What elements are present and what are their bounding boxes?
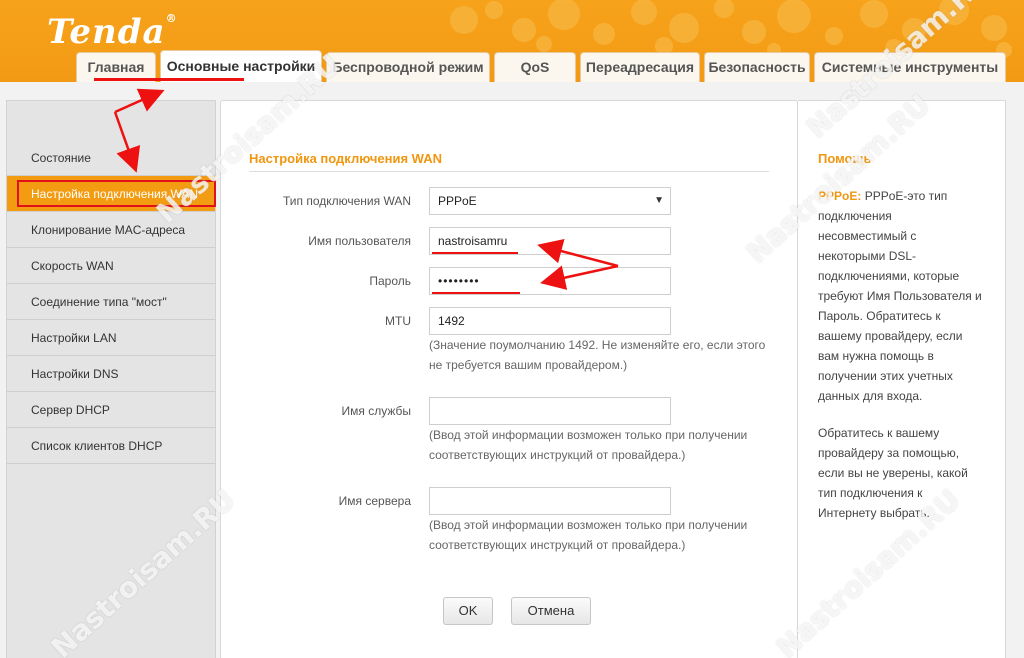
wan-type-value: PPPoE	[438, 194, 477, 208]
help-text-contact: Обратитесь к вашему провайдеру за помощью…	[818, 423, 988, 523]
wan-settings-panel: Настройка подключения WAN Тип подключени…	[220, 100, 798, 658]
service-name-note: (Ввод этой информации возможен только пр…	[429, 425, 779, 465]
password-label: Пароль	[369, 274, 411, 288]
note-line: (Ввод этой информации возможен только пр…	[429, 518, 748, 532]
mtu-label: MTU	[385, 314, 411, 328]
help-title: Помощь	[818, 151, 872, 166]
help-line: требуют Имя Пользователя и	[818, 289, 982, 303]
active-tab-annotation-underline	[94, 78, 244, 81]
note-line: (Ввод этой информации возможен только пр…	[429, 428, 748, 442]
wan-type-select[interactable]: PPPoE ▼	[429, 187, 671, 215]
sidebar-item-dns[interactable]: Настройки DNS	[7, 356, 215, 392]
help-line: вашему провайдеру, если	[818, 329, 963, 343]
sidebar-item-label: Настройки DNS	[31, 367, 119, 381]
sidebar-item-bridge[interactable]: Соединение типа "мост"	[7, 284, 215, 320]
help-line: подключения	[818, 209, 892, 223]
sidebar-item-label: Сервер DHCP	[31, 403, 110, 417]
username-label: Имя пользователя	[308, 234, 411, 248]
help-panel: Помощь PPPoE: PPPoE-это тип подключения не…	[798, 100, 1006, 658]
server-name-label: Имя сервера	[338, 494, 411, 508]
sidebar-item-label: Клонирование MAC-адреса	[31, 223, 186, 237]
help-line: Обратитесь к вашему	[818, 426, 940, 440]
sidebar-item-wan-settings[interactable]: Настройка подключения WAN	[7, 176, 216, 212]
mtu-field[interactable]: 1492	[429, 307, 671, 335]
tab-system-tools[interactable]: Системные инструменты	[814, 52, 1006, 82]
note-line: соответствующих инструкций от провайдера…	[429, 538, 686, 552]
sidebar-item-label: Скорость WAN	[31, 259, 114, 273]
header-bar: Tenda® Главная Основные настройки Беспро…	[0, 0, 1024, 82]
wan-type-label: Тип подключения WAN	[282, 194, 411, 208]
sidebar: Состояние Настройка подключения WAN Клон…	[6, 100, 216, 658]
help-text-pppoe: PPPoE: PPPoE-это тип подключения несовмест…	[818, 186, 988, 406]
help-line: данных для входа.	[818, 389, 923, 403]
server-name-field[interactable]	[429, 487, 671, 515]
cancel-button[interactable]: Отмена	[511, 597, 591, 625]
sidebar-item-label: Соединение типа "мост"	[31, 295, 167, 309]
help-line: Пароль. Обратитесь к	[818, 309, 941, 323]
mtu-note: (Значение поумолчанию 1492. Не изменяйте…	[429, 335, 779, 375]
sidebar-item-status[interactable]: Состояние	[7, 140, 215, 176]
password-annotation-underline	[432, 292, 520, 294]
help-line: провайдеру за помощью,	[818, 446, 960, 460]
help-line: получении этих учетных	[818, 369, 953, 383]
sidebar-item-dhcp-clients[interactable]: Список клиентов DHCP	[7, 428, 215, 464]
sidebar-item-mac-clone[interactable]: Клонирование MAC-адреса	[7, 212, 215, 248]
help-line: вам нужна помощь в	[818, 349, 934, 363]
help-line: некоторыми DSL-	[818, 249, 917, 263]
tab-qos[interactable]: QoS	[494, 52, 576, 82]
sidebar-item-lan[interactable]: Настройки LAN	[7, 320, 215, 356]
service-name-field[interactable]	[429, 397, 671, 425]
note-line: (Значение поумолчанию 1492. Не изменяйте…	[429, 338, 766, 352]
help-line: PPPoE-это тип	[864, 189, 948, 203]
sidebar-item-wan-speed[interactable]: Скорость WAN	[7, 248, 215, 284]
sidebar-item-label: Настройки LAN	[31, 331, 117, 345]
title-divider	[249, 171, 769, 172]
dropdown-arrow-icon: ▼	[654, 195, 664, 206]
sidebar-item-dhcp-server[interactable]: Сервер DHCP	[7, 392, 215, 428]
help-line: если вы не уверены, какой	[818, 466, 968, 480]
server-name-note: (Ввод этой информации возможен только пр…	[429, 515, 779, 555]
help-line: подключениями, которые	[818, 269, 960, 283]
password-field[interactable]: ••••••••	[429, 267, 671, 295]
tab-forwarding[interactable]: Переадресация	[580, 52, 700, 82]
help-line: несовместимый с	[818, 229, 917, 243]
username-annotation-underline	[432, 252, 518, 254]
service-name-label: Имя службы	[341, 404, 411, 418]
note-line: соответствующих инструкций от провайдера…	[429, 448, 686, 462]
page-title: Настройка подключения WAN	[249, 151, 442, 166]
help-line: тип подключения к	[818, 486, 923, 500]
note-line: не требуется вашим провайдером.)	[429, 358, 628, 372]
tenda-logo: Tenda®	[47, 12, 178, 52]
help-line: Интернету выбрать.	[818, 506, 930, 520]
ok-button[interactable]: OK	[443, 597, 493, 625]
tab-security[interactable]: Безопасность	[704, 52, 810, 82]
sidebar-item-label: Список клиентов DHCP	[31, 439, 163, 453]
username-field[interactable]: nastroisamru	[429, 227, 671, 255]
help-pppoe-term: PPPoE:	[818, 189, 862, 203]
tab-wireless[interactable]: Беспроводной режим	[326, 52, 490, 82]
active-item-annotation-box	[17, 180, 216, 207]
sidebar-item-label: Состояние	[31, 151, 91, 165]
